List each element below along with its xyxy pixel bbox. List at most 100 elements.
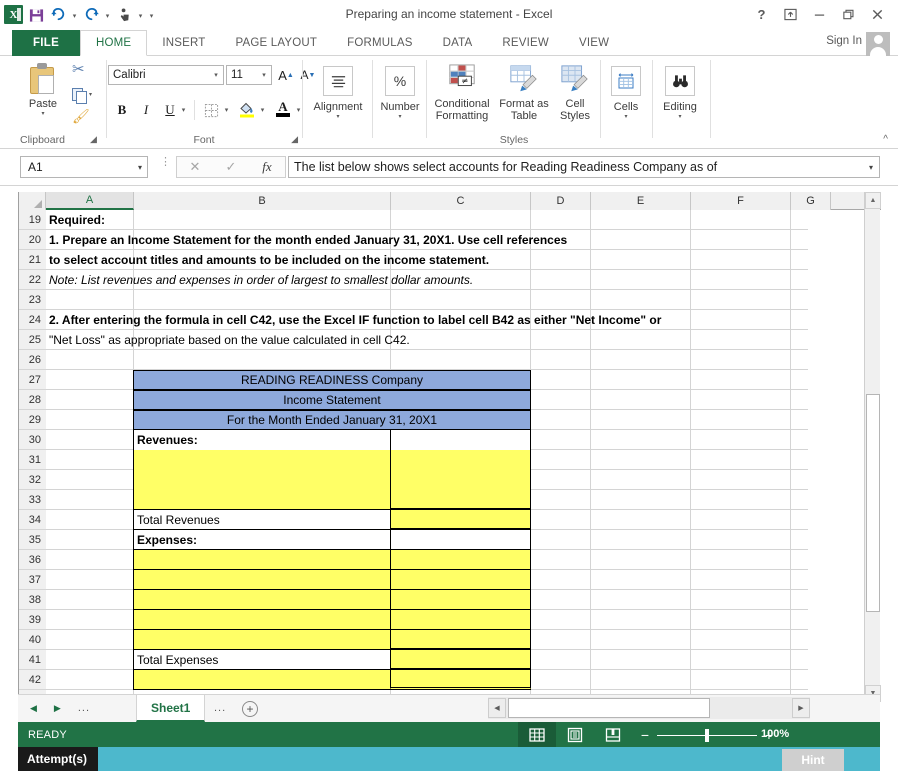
cell-a22[interactable]: Note: List revenues and expenses in orde… xyxy=(46,270,606,290)
italic-button[interactable]: I xyxy=(136,100,156,120)
copy-dropdown-icon[interactable]: ▾ xyxy=(89,88,92,103)
row-header-39[interactable]: 39 xyxy=(19,610,46,630)
scroll-right-icon[interactable]: ▶ xyxy=(792,698,810,718)
collapse-ribbon-icon[interactable]: ^ xyxy=(883,134,888,145)
cell-b41[interactable]: Total Expenses xyxy=(133,650,391,670)
cell-c34[interactable] xyxy=(390,510,531,530)
close-icon[interactable] xyxy=(863,3,892,25)
clipboard-dialog-launcher-icon[interactable]: ◢ xyxy=(90,134,97,145)
paste-dropdown-icon[interactable]: ▾ xyxy=(41,110,44,118)
alignment-button[interactable]: Alignment ▾ xyxy=(311,66,365,121)
row-header-40[interactable]: 40 xyxy=(19,630,46,650)
cell-a19[interactable]: Required: xyxy=(46,210,376,230)
column-header-c[interactable]: C xyxy=(391,192,531,210)
borders-button[interactable] xyxy=(200,100,222,120)
number-dropdown-icon[interactable]: ▾ xyxy=(398,113,401,121)
format-painter-button[interactable]: 🖌 xyxy=(72,110,90,122)
cut-button[interactable]: ✂ xyxy=(72,64,85,76)
previous-sheet-icon[interactable]: ◀ xyxy=(30,703,37,714)
next-sheet-icon[interactable]: ▶ xyxy=(54,703,61,714)
cell-a25[interactable]: "Net Loss" as appropriate based on the v… xyxy=(46,330,746,350)
cell-b34[interactable]: Total Revenues xyxy=(133,510,391,530)
row-header-36[interactable]: 36 xyxy=(19,550,46,570)
row-header-41[interactable]: 41 xyxy=(19,650,46,670)
row-header-22[interactable]: 22 xyxy=(19,270,46,290)
row-header-31[interactable]: 31 xyxy=(19,450,46,470)
row-header-20[interactable]: 20 xyxy=(19,230,46,250)
cell-c42[interactable] xyxy=(390,670,531,690)
cell-b42[interactable] xyxy=(133,670,391,690)
row-header-25[interactable]: 25 xyxy=(19,330,46,350)
formula-bar-grip[interactable]: ⋮ xyxy=(160,160,171,165)
cell-b37[interactable] xyxy=(133,570,391,590)
zoom-level-label[interactable]: 100% xyxy=(761,728,789,740)
tab-formulas[interactable]: FORMULAS xyxy=(332,30,428,56)
tab-data[interactable]: DATA xyxy=(428,30,488,56)
cell-b39[interactable] xyxy=(133,610,391,630)
underline-button[interactable]: U xyxy=(160,100,180,120)
row-header-27[interactable]: 27 xyxy=(19,370,46,390)
fill-color-button[interactable] xyxy=(236,98,258,120)
page-break-preview-button[interactable] xyxy=(594,722,632,747)
zoom-slider[interactable] xyxy=(657,727,757,743)
row-header-29[interactable]: 29 xyxy=(19,410,46,430)
cell-b40[interactable] xyxy=(133,630,391,650)
font-color-button[interactable]: A xyxy=(272,98,294,120)
column-header-g[interactable]: G xyxy=(791,192,831,210)
row-header-30[interactable]: 30 xyxy=(19,430,46,450)
tab-page-layout[interactable]: PAGE LAYOUT xyxy=(220,30,332,56)
cells-dropdown-icon[interactable]: ▾ xyxy=(624,113,627,121)
cell-c40[interactable] xyxy=(390,630,531,650)
row-header-34[interactable]: 34 xyxy=(19,510,46,530)
borders-dropdown-button[interactable]: ▾ xyxy=(221,102,232,118)
column-header-b[interactable]: B xyxy=(134,192,391,210)
row-header-38[interactable]: 38 xyxy=(19,590,46,610)
font-dialog-launcher-icon[interactable]: ◢ xyxy=(291,134,298,145)
horizontal-scrollbar-thumb[interactable] xyxy=(508,698,710,718)
number-button[interactable]: % Number ▾ xyxy=(376,66,424,121)
cell-c39[interactable] xyxy=(390,610,531,630)
name-box-dropdown-icon[interactable]: ▾ xyxy=(138,163,142,172)
horizontal-scrollbar[interactable]: ◀ ▶ xyxy=(488,697,810,719)
tab-review[interactable]: REVIEW xyxy=(487,30,564,56)
format-as-table-button[interactable]: Format as Table xyxy=(498,64,550,122)
editing-dropdown-icon[interactable]: ▾ xyxy=(678,113,681,121)
vertical-scrollbar[interactable]: ▲ ▼ xyxy=(864,192,880,702)
tab-insert[interactable]: INSERT xyxy=(147,30,220,56)
cell-c35[interactable] xyxy=(390,530,531,550)
font-name-dropdown-icon[interactable]: ▾ xyxy=(209,71,223,79)
name-box[interactable]: A1 ▾ xyxy=(20,156,148,178)
ribbon-display-options-icon[interactable] xyxy=(776,3,805,25)
cell-c41[interactable] xyxy=(390,650,531,670)
sheet-overflow-right-icon[interactable]: ... xyxy=(214,702,226,714)
formula-input[interactable]: The list below shows select accounts for… xyxy=(288,156,880,178)
row-header-23[interactable]: 23 xyxy=(19,290,46,310)
row-header-24[interactable]: 24 xyxy=(19,310,46,330)
copy-button[interactable]: ▾ xyxy=(72,88,92,103)
column-header-a[interactable]: A xyxy=(46,192,134,210)
row-header-19[interactable]: 19 xyxy=(19,210,46,230)
tab-home[interactable]: HOME xyxy=(80,30,147,56)
font-size-dropdown-icon[interactable]: ▾ xyxy=(257,71,271,79)
cell-b36[interactable] xyxy=(133,550,391,570)
tab-view[interactable]: VIEW xyxy=(564,30,624,56)
hint-button[interactable]: Hint xyxy=(782,749,844,771)
vertical-scrollbar-thumb[interactable] xyxy=(866,394,880,612)
restore-icon[interactable] xyxy=(834,3,863,25)
cancel-edit-icon[interactable]: ✕ xyxy=(177,159,213,175)
cell-a20[interactable]: 1. Prepare an Income Statement for the m… xyxy=(46,230,606,250)
row-header-28[interactable]: 28 xyxy=(19,390,46,410)
cell-b32[interactable] xyxy=(133,470,391,490)
fill-color-dropdown-button[interactable]: ▾ xyxy=(257,102,268,118)
cell-c33[interactable] xyxy=(390,490,531,510)
cell-c36[interactable] xyxy=(390,550,531,570)
cells-button[interactable]: Cells ▾ xyxy=(604,66,648,121)
account-avatar[interactable] xyxy=(866,32,890,56)
tab-file[interactable]: FILE xyxy=(12,30,80,56)
font-name-combo[interactable]: Calibri ▾ xyxy=(108,65,224,85)
cell-a21[interactable]: to select account titles and amounts to … xyxy=(46,250,606,270)
zoom-out-button[interactable]: − xyxy=(638,727,652,743)
select-all-corner[interactable] xyxy=(19,192,46,210)
page-layout-view-button[interactable] xyxy=(556,722,594,747)
normal-view-button[interactable] xyxy=(518,722,556,747)
